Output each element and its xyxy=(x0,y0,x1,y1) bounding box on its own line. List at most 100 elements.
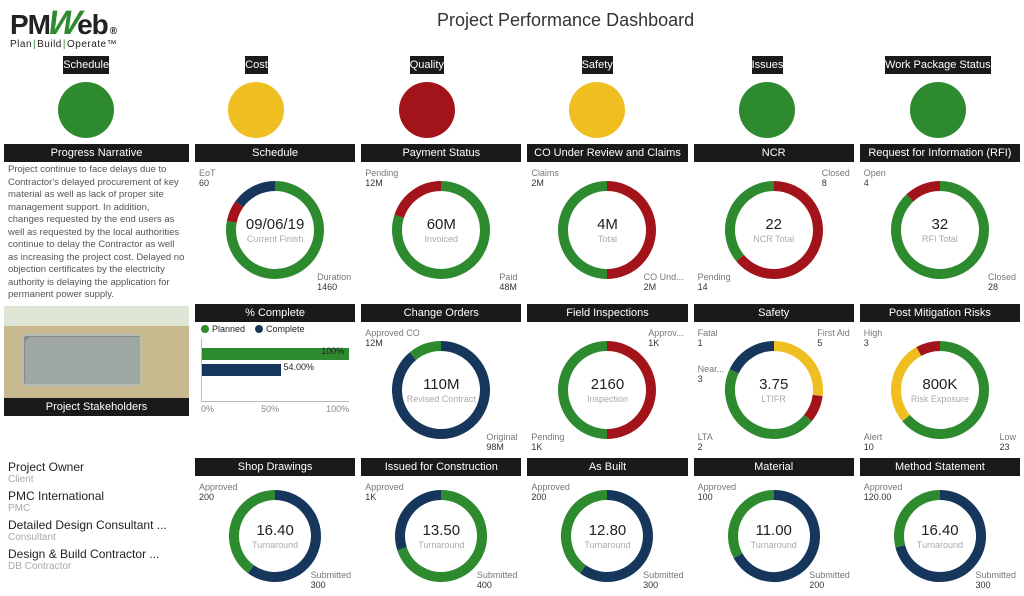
stakeholder-item[interactable]: Design & Build Contractor ... DB Contrac… xyxy=(8,547,185,572)
status-cell[interactable]: Schedule xyxy=(4,56,168,144)
stakeholder-item[interactable]: Detailed Design Consultant ... Consultan… xyxy=(8,518,185,543)
donut-label: Approved 1K xyxy=(365,482,404,502)
donut-chart: 800K Risk Exposure High 3Alert 10Low 23 xyxy=(860,322,1020,458)
status-cell[interactable]: Work Package Status xyxy=(856,56,1020,144)
kpi-panel[interactable]: CO Under Review and Claims 4M Total Clai… xyxy=(527,144,687,304)
donut-label: Approved 100 xyxy=(698,482,737,502)
project-render-image xyxy=(4,306,189,398)
percent-complete-panel[interactable]: % Complete Planned Complete 100% 54.00% … xyxy=(195,304,355,458)
kpi-panel[interactable]: NCR 22 NCR Total Closed 8Pending 14 xyxy=(694,144,854,304)
status-cell[interactable]: Cost xyxy=(174,56,338,144)
bar-axis: 0%50%100% xyxy=(201,404,349,414)
donut-center: 2160 Inspection xyxy=(587,376,628,404)
kpi-title: Post Mitigation Risks xyxy=(860,304,1020,322)
kpi-panel[interactable]: Issued for Construction 13.50 Turnaround… xyxy=(361,458,521,596)
kpi-panel[interactable]: Material 11.00 Turnaround Approved 100Su… xyxy=(694,458,854,596)
donut-center-caption: Turnaround xyxy=(751,540,797,550)
donut-label: Submitted 300 xyxy=(643,570,684,590)
kpi-panel[interactable]: Change Orders 110M Revised Contract Appr… xyxy=(361,304,521,458)
donut-label: Approved 120.00 xyxy=(864,482,903,502)
donut-center: 800K Risk Exposure xyxy=(911,376,969,404)
kpi-body: 32 RFI Total Open 4Closed 28 xyxy=(860,162,1020,298)
donut-label: Pending 14 xyxy=(698,272,731,292)
donut-center-value: 12.80 xyxy=(584,522,630,539)
kpi-row-3: Project Owner Client PMC International P… xyxy=(0,458,1024,596)
status-cell[interactable]: Safety xyxy=(515,56,679,144)
bar-value-complete: 54.00% xyxy=(283,362,314,372)
progress-narrative-title: Progress Narrative xyxy=(4,144,189,162)
progress-narrative-panel: Progress Narrative Project continue to f… xyxy=(4,144,189,304)
donut-chart: 16.40 Turnaround Approved 200Submitted 3… xyxy=(195,476,355,596)
kpi-panel[interactable]: Schedule 09/06/19 Current Finish EoT 60D… xyxy=(195,144,355,304)
kpi-title: CO Under Review and Claims xyxy=(527,144,687,162)
donut-chart: 32 RFI Total Open 4Closed 28 xyxy=(860,162,1020,298)
donut-center-value: 3.75 xyxy=(759,376,788,393)
donut-center-value: 4M xyxy=(597,216,618,233)
kpi-panel[interactable]: Method Statement 16.40 Turnaround Approv… xyxy=(860,458,1020,596)
kpi-title: Change Orders xyxy=(361,304,521,322)
header: PM W eb ® Plan|Build|Operate™ Project Pe… xyxy=(0,0,1024,56)
donut-label: Approved CO 12M xyxy=(365,328,420,348)
donut-center-caption: Turnaround xyxy=(917,540,963,550)
brand-pre: PM xyxy=(10,9,50,41)
kpi-row-1: Progress Narrative Project continue to f… xyxy=(0,144,1024,304)
legend-complete: Complete xyxy=(255,324,305,334)
stakeholder-item[interactable]: PMC International PMC xyxy=(8,489,185,514)
donut-label: LTA 2 xyxy=(698,432,713,452)
status-label: Issues xyxy=(752,56,784,74)
donut-chart: 60M Invoiced Pending 12MPaid 48M xyxy=(361,162,521,298)
stakeholders-list: Project Owner Client PMC International P… xyxy=(4,458,189,578)
kpi-panel[interactable]: Shop Drawings 16.40 Turnaround Approved … xyxy=(195,458,355,596)
percent-complete-body: Planned Complete 100% 54.00% 0%50%100% xyxy=(195,322,355,458)
donut-center-value: 22 xyxy=(753,216,794,233)
kpi-panel[interactable]: Request for Information (RFI) 32 RFI Tot… xyxy=(860,144,1020,304)
stakeholder-item[interactable]: Project Owner Client xyxy=(8,460,185,485)
donut-center: 4M Total xyxy=(597,216,618,244)
stakeholder-role: PMC xyxy=(8,503,185,514)
donut-label: Pending 1K xyxy=(531,432,564,452)
donut-center: 16.40 Turnaround xyxy=(917,522,963,550)
status-indicator-icon xyxy=(399,82,455,138)
kpi-panel[interactable]: Field Inspections 2160 Inspection Approv… xyxy=(527,304,687,458)
donut-label: Submitted 300 xyxy=(311,570,352,590)
donut-label: Closed 8 xyxy=(822,168,850,188)
kpi-panel[interactable]: Post Mitigation Risks 800K Risk Exposure… xyxy=(860,304,1020,458)
donut-chart: 22 NCR Total Closed 8Pending 14 xyxy=(694,162,854,298)
status-cell[interactable]: Issues xyxy=(685,56,849,144)
donut-chart: 11.00 Turnaround Approved 100Submitted 2… xyxy=(694,476,854,596)
status-row: Schedule Cost Quality Safety Issues Work… xyxy=(0,56,1024,144)
donut-center: 3.75 LTIFR xyxy=(759,376,788,404)
status-indicator-icon xyxy=(910,82,966,138)
donut-label: Closed 28 xyxy=(988,272,1016,292)
kpi-title: Method Statement xyxy=(860,458,1020,476)
status-indicator-icon xyxy=(228,82,284,138)
status-cell[interactable]: Quality xyxy=(345,56,509,144)
donut-chart: 4M Total Claims 2MCO Und... 2M xyxy=(527,162,687,298)
page-title: Project Performance Dashboard xyxy=(117,10,1014,31)
donut-label: Submitted 200 xyxy=(809,570,850,590)
kpi-body: 4M Total Claims 2MCO Und... 2M xyxy=(527,162,687,298)
donut-label: Original 98M xyxy=(486,432,517,452)
donut-center-caption: Turnaround xyxy=(252,540,298,550)
donut-label: Paid 48M xyxy=(499,272,517,292)
kpi-body: 11.00 Turnaround Approved 100Submitted 2… xyxy=(694,476,854,596)
kpi-title: Issued for Construction xyxy=(361,458,521,476)
donut-label: First Aid 5 xyxy=(817,328,850,348)
registered-icon: ® xyxy=(110,26,116,37)
bar-chart: 100% 54.00% xyxy=(201,338,349,402)
kpi-panel[interactable]: Safety 3.75 LTIFR Fatal 1First Aid 5LTA … xyxy=(694,304,854,458)
donut-chart: 3.75 LTIFR Fatal 1First Aid 5LTA 2Near..… xyxy=(694,322,854,458)
kpi-body: 3.75 LTIFR Fatal 1First Aid 5LTA 2Near..… xyxy=(694,322,854,458)
legend-planned: Planned xyxy=(201,324,245,334)
stakeholder-org: Design & Build Contractor ... xyxy=(8,547,185,561)
kpi-panel[interactable]: As Built 12.80 Turnaround Approved 200Su… xyxy=(527,458,687,596)
percent-complete-title: % Complete xyxy=(195,304,355,322)
donut-center-caption: Current Finish xyxy=(246,234,304,244)
donut-label: Approved 200 xyxy=(531,482,570,502)
kpi-body: 09/06/19 Current Finish EoT 60Duration 1… xyxy=(195,162,355,298)
brand-post: eb xyxy=(77,9,108,41)
kpi-panel[interactable]: Payment Status 60M Invoiced Pending 12MP… xyxy=(361,144,521,304)
donut-center: 16.40 Turnaround xyxy=(252,522,298,550)
stakeholder-org: Detailed Design Consultant ... xyxy=(8,518,185,532)
donut-center-value: 13.50 xyxy=(418,522,464,539)
